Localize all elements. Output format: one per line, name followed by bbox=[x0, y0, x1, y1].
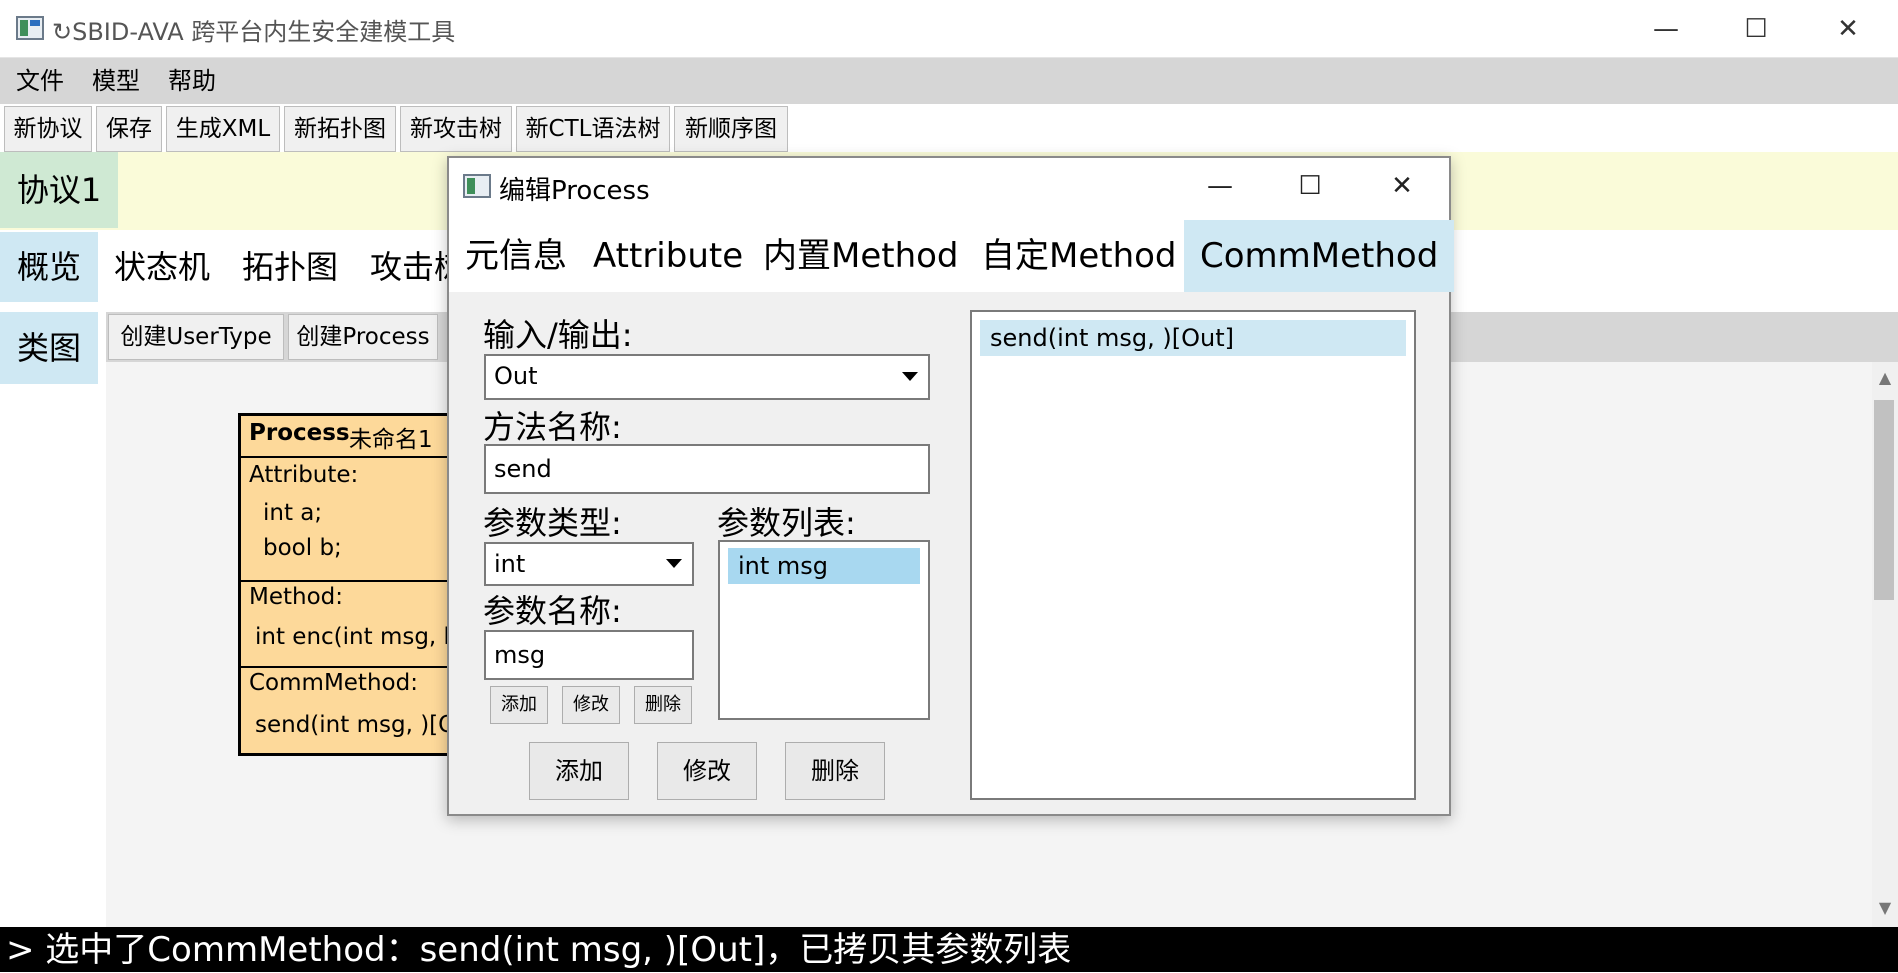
method-item: int enc(int msg, b bbox=[255, 624, 459, 650]
menu-bar: 文件 模型 帮助 bbox=[0, 58, 1898, 104]
scroll-down-icon[interactable]: ▼ bbox=[1874, 898, 1896, 917]
tab-commmethod[interactable]: CommMethod bbox=[1184, 220, 1455, 292]
generate-xml-button[interactable]: 生成XML bbox=[166, 106, 280, 152]
param-list[interactable]: int msg bbox=[718, 540, 930, 720]
edit-commmethod-button[interactable]: 修改 bbox=[657, 742, 757, 800]
edit-process-dialog: 编辑Process — ☐ ✕ 元信息 Attribute 内置Method 自… bbox=[447, 156, 1455, 816]
commmethod-list[interactable]: send(int msg, )[Out] bbox=[970, 310, 1416, 800]
new-ctl-tree-button[interactable]: 新CTL语法树 bbox=[516, 106, 670, 152]
tab-topology[interactable]: 拓扑图 bbox=[242, 232, 338, 302]
param-list-label: 参数列表: bbox=[717, 504, 856, 542]
add-param-button[interactable]: 添加 bbox=[490, 686, 548, 724]
io-select[interactable]: Out bbox=[484, 354, 930, 400]
title-bar: ↻SBID-AVA 跨平台内生安全建模工具 — ☐ ✕ bbox=[0, 0, 1898, 58]
process-name: 未命名1 bbox=[349, 427, 433, 453]
menu-help[interactable]: 帮助 bbox=[168, 64, 216, 98]
method-header: Method: bbox=[249, 584, 344, 610]
param-list-item[interactable]: int msg bbox=[728, 548, 920, 584]
new-sequence-button[interactable]: 新顺序图 bbox=[674, 106, 788, 152]
add-commmethod-button[interactable]: 添加 bbox=[529, 742, 629, 800]
minimize-button[interactable]: — bbox=[1638, 10, 1694, 48]
menu-file[interactable]: 文件 bbox=[16, 64, 64, 98]
scroll-up-icon[interactable]: ▲ bbox=[1874, 368, 1896, 387]
scrollbar-thumb[interactable] bbox=[1874, 400, 1894, 600]
chevron-down-icon bbox=[666, 559, 682, 568]
create-usertype-button[interactable]: 创建UserType bbox=[108, 314, 284, 360]
dialog-tab-bar: 元信息 Attribute 内置Method 自定Method CommMeth… bbox=[449, 214, 1455, 292]
create-process-button[interactable]: 创建Process bbox=[288, 314, 438, 360]
param-type-label: 参数类型: bbox=[483, 504, 622, 542]
param-type-select[interactable]: int bbox=[484, 542, 694, 586]
process-kind: Process bbox=[249, 420, 350, 446]
dialog-app-icon bbox=[463, 174, 491, 198]
dialog-title: 编辑Process bbox=[499, 176, 650, 206]
close-button[interactable]: ✕ bbox=[1820, 10, 1876, 48]
param-type-value: int bbox=[494, 550, 526, 578]
delete-param-button[interactable]: 删除 bbox=[634, 686, 692, 724]
commmethod-list-item[interactable]: send(int msg, )[Out] bbox=[980, 320, 1406, 356]
io-select-value: Out bbox=[494, 362, 538, 390]
status-bar: > 选中了CommMethod：send(int msg, )[Out]，已拷贝… bbox=[0, 927, 1898, 972]
tab-custom-method[interactable]: 自定Method bbox=[965, 220, 1193, 292]
param-name-input[interactable]: msg bbox=[484, 630, 694, 680]
maximize-button[interactable]: ☐ bbox=[1728, 10, 1784, 48]
process-node[interactable]: Process 未命名1 Attribute: int a; bool b; M… bbox=[238, 413, 478, 756]
new-attack-tree-button[interactable]: 新攻击树 bbox=[400, 106, 512, 152]
commmethod-header: CommMethod: bbox=[249, 670, 418, 696]
method-name-input[interactable]: send bbox=[484, 444, 930, 494]
edit-param-button[interactable]: 修改 bbox=[562, 686, 620, 724]
dialog-close-button[interactable]: ✕ bbox=[1377, 168, 1427, 204]
tab-overview[interactable]: 概览 bbox=[0, 232, 98, 302]
app-icon bbox=[16, 16, 44, 40]
delete-commmethod-button[interactable]: 删除 bbox=[785, 742, 885, 800]
io-label: 输入/输出: bbox=[483, 316, 633, 354]
dialog-minimize-button[interactable]: — bbox=[1195, 168, 1245, 204]
tab-state-machine[interactable]: 状态机 bbox=[114, 232, 210, 302]
chevron-down-icon bbox=[902, 372, 918, 381]
method-name-label: 方法名称: bbox=[483, 408, 622, 446]
commmethod-item: send(int msg, )[O bbox=[255, 712, 457, 738]
new-protocol-button[interactable]: 新协议 bbox=[4, 106, 92, 152]
tab-builtin-method[interactable]: 内置Method bbox=[747, 220, 975, 292]
tab-attribute[interactable]: Attribute bbox=[577, 220, 759, 292]
dialog-maximize-button[interactable]: ☐ bbox=[1285, 168, 1335, 204]
window-title: ↻SBID-AVA 跨平台内生安全建模工具 bbox=[52, 18, 456, 46]
toolbar: 新协议 保存 生成XML 新拓扑图 新攻击树 新CTL语法树 新顺序图 bbox=[0, 104, 1898, 152]
dialog-title-bar: 编辑Process — ☐ ✕ bbox=[449, 158, 1449, 214]
new-topology-button[interactable]: 新拓扑图 bbox=[284, 106, 396, 152]
tab-meta-info[interactable]: 元信息 bbox=[449, 220, 583, 292]
param-name-label: 参数名称: bbox=[483, 592, 622, 630]
attribute-header: Attribute: bbox=[249, 462, 359, 488]
save-button[interactable]: 保存 bbox=[96, 106, 162, 152]
tab-class-diagram[interactable]: 类图 bbox=[0, 312, 98, 384]
attribute-item: bool b; bbox=[263, 535, 342, 561]
attribute-item: int a; bbox=[263, 500, 323, 526]
tab-protocol-1[interactable]: 协议1 bbox=[0, 152, 118, 228]
menu-model[interactable]: 模型 bbox=[92, 64, 140, 98]
